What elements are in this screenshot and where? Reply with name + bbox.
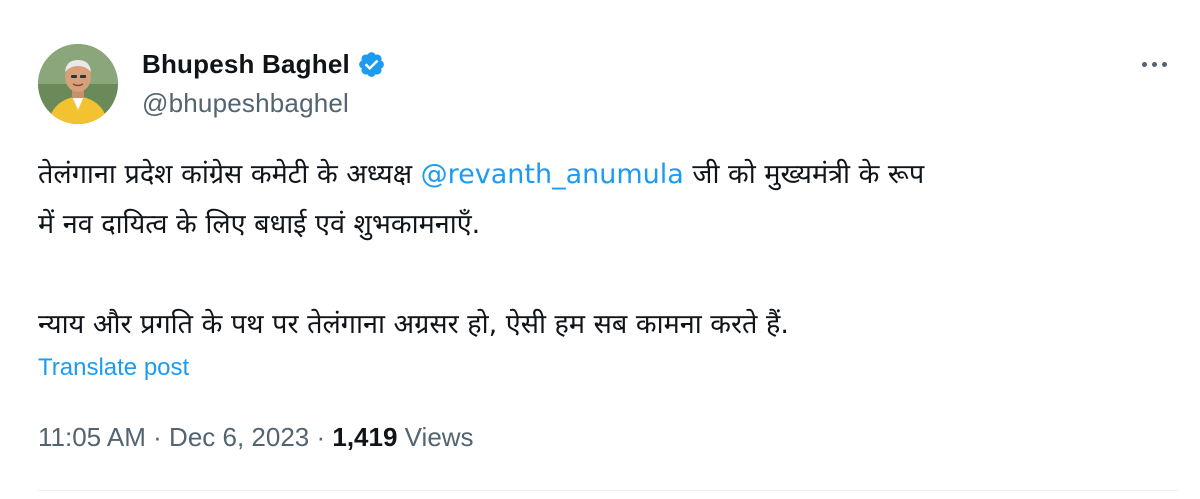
more-dot bbox=[1151, 61, 1157, 67]
tweet-card: Bhupesh Baghel @bhupeshbaghel तेलंगाना प… bbox=[0, 0, 1200, 499]
post-text-segment: में नव दायित्व के लिए बधाई एवं शुभकामनाए… bbox=[38, 209, 481, 240]
author-info: Bhupesh Baghel @bhupeshbaghel bbox=[142, 46, 386, 119]
mention-link[interactable]: @revanth_anumula bbox=[421, 159, 684, 190]
more-options-icon[interactable] bbox=[1134, 54, 1174, 74]
avatar-image bbox=[38, 44, 118, 124]
more-dot bbox=[1161, 61, 1167, 67]
meta-separator: · bbox=[145, 422, 170, 452]
more-dot bbox=[1141, 61, 1147, 67]
post-text-segment: तेलंगाना प्रदेश कांग्रेस कमेटी के अध्यक्… bbox=[38, 159, 421, 190]
views-label: Views bbox=[397, 422, 474, 452]
post-paragraph-1: तेलंगाना प्रदेश कांग्रेस कमेटी के अध्यक्… bbox=[38, 150, 1168, 250]
post-time[interactable]: 11:05 AM bbox=[38, 422, 146, 453]
avatar[interactable] bbox=[38, 44, 118, 124]
post-date[interactable]: Dec 6, 2023 bbox=[169, 422, 309, 453]
meta-separator: · bbox=[309, 422, 333, 452]
translate-post-link[interactable]: Translate post bbox=[38, 354, 189, 382]
post-paragraph-2: न्याय और प्रगति के पथ पर तेलंगाना अग्रसर… bbox=[38, 309, 789, 340]
author-display-name[interactable]: Bhupesh Baghel bbox=[142, 49, 350, 80]
views-count: 1,419 bbox=[332, 422, 398, 452]
name-row: Bhupesh Baghel bbox=[142, 46, 386, 82]
divider bbox=[38, 490, 1178, 491]
post-text: तेलंगाना प्रदेश कांग्रेस कमेटी के अध्यक्… bbox=[38, 150, 1168, 350]
post-text-segment: जी को मुख्यमंत्री के रूप bbox=[683, 159, 925, 190]
author-handle[interactable]: @bhupeshbaghel bbox=[142, 88, 386, 119]
post-metadata: 11:05 AM · Dec 6, 2023 · 1,419 Views bbox=[38, 422, 474, 453]
verified-badge-icon[interactable] bbox=[357, 50, 386, 79]
